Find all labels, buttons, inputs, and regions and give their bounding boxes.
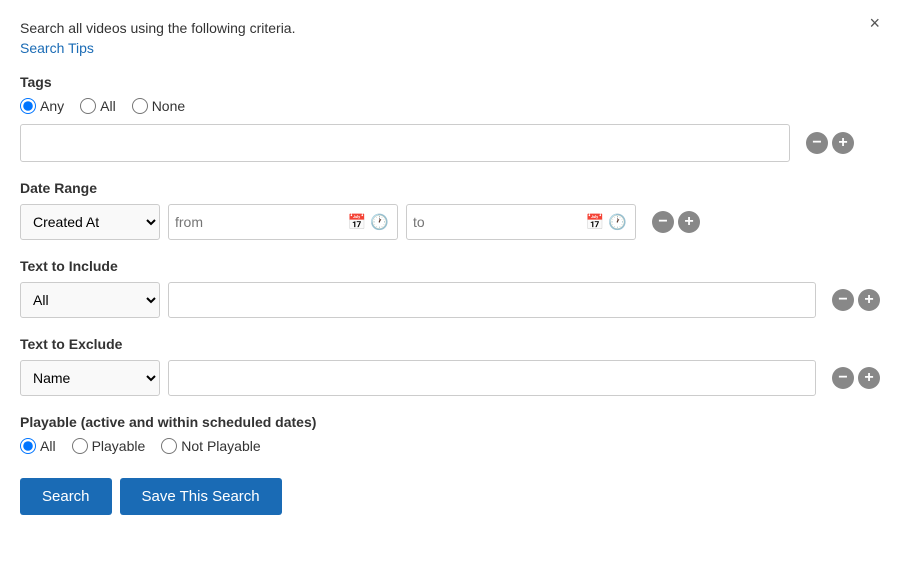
text-exclude-add-button[interactable]: + <box>858 367 880 389</box>
date-remove-button[interactable]: − <box>652 211 674 233</box>
playable-radio-playable[interactable] <box>72 438 88 454</box>
playable-radio-group: All Playable Not Playable <box>20 438 880 454</box>
date-to-input[interactable] <box>413 214 584 230</box>
save-search-button[interactable]: Save This Search <box>120 478 282 515</box>
date-from-clock-icon[interactable]: 🕐 <box>368 215 391 230</box>
playable-section: Playable (active and within scheduled da… <box>20 414 880 454</box>
text-exclude-remove-button[interactable]: − <box>832 367 854 389</box>
tags-option-all[interactable]: All <box>80 98 116 114</box>
text-include-row: All Name Description Tags − + <box>20 282 880 318</box>
text-include-field-select[interactable]: All Name Description Tags <box>20 282 160 318</box>
text-include-add-button[interactable]: + <box>858 289 880 311</box>
text-include-label: Text to Include <box>20 258 880 274</box>
tags-input-row: − + <box>20 124 880 162</box>
tags-option-none[interactable]: None <box>132 98 185 114</box>
playable-label: Playable (active and within scheduled da… <box>20 414 880 430</box>
text-include-remove-button[interactable]: − <box>832 289 854 311</box>
tags-radio-none[interactable] <box>132 98 148 114</box>
playable-radio-not-playable[interactable] <box>161 438 177 454</box>
tags-any-label: Any <box>40 98 64 114</box>
playable-all-label: All <box>40 438 56 454</box>
date-range-label: Date Range <box>20 180 880 196</box>
tags-add-button[interactable]: + <box>832 132 854 154</box>
playable-radio-all[interactable] <box>20 438 36 454</box>
page-description: Search all videos using the following cr… <box>20 20 880 36</box>
tags-radio-any[interactable] <box>20 98 36 114</box>
date-to-calendar-icon[interactable]: 📅 <box>584 215 607 230</box>
date-from-calendar-icon[interactable]: 📅 <box>346 215 369 230</box>
text-exclude-btn-pair: − + <box>832 367 880 389</box>
search-tips-link[interactable]: Search Tips <box>20 40 94 56</box>
date-btn-pair: − + <box>652 211 700 233</box>
text-exclude-input[interactable] <box>168 360 816 396</box>
date-to-clock-icon[interactable]: 🕐 <box>606 215 629 230</box>
tags-section: Tags Any All None − + <box>20 74 880 162</box>
search-button[interactable]: Search <box>20 478 112 515</box>
playable-not-playable-label: Not Playable <box>181 438 260 454</box>
tags-input[interactable] <box>20 124 790 162</box>
text-exclude-row: Name Description Tags − + <box>20 360 880 396</box>
text-include-btn-pair: − + <box>832 289 880 311</box>
close-button[interactable]: × <box>869 14 880 32</box>
tags-remove-button[interactable]: − <box>806 132 828 154</box>
date-range-section: Date Range Created At Updated At Publish… <box>20 180 880 240</box>
playable-option-playable[interactable]: Playable <box>72 438 146 454</box>
footer-buttons: Search Save This Search <box>20 478 880 515</box>
date-range-row: Created At Updated At Published At 📅 🕐 📅… <box>20 204 880 240</box>
date-from-wrap: 📅 🕐 <box>168 204 398 240</box>
playable-playable-label: Playable <box>92 438 146 454</box>
tags-label: Tags <box>20 74 880 90</box>
tags-radio-group: Any All None <box>20 98 880 114</box>
tags-option-any[interactable]: Any <box>20 98 64 114</box>
tags-radio-all[interactable] <box>80 98 96 114</box>
date-range-field-select[interactable]: Created At Updated At Published At <box>20 204 160 240</box>
text-exclude-field-select[interactable]: Name Description Tags <box>20 360 160 396</box>
date-add-button[interactable]: + <box>678 211 700 233</box>
text-include-section: Text to Include All Name Description Tag… <box>20 258 880 318</box>
playable-option-all[interactable]: All <box>20 438 56 454</box>
text-exclude-section: Text to Exclude Name Description Tags − … <box>20 336 880 396</box>
text-include-input[interactable] <box>168 282 816 318</box>
date-to-wrap: 📅 🕐 <box>406 204 636 240</box>
tags-all-label: All <box>100 98 116 114</box>
tags-none-label: None <box>152 98 185 114</box>
date-from-input[interactable] <box>175 214 346 230</box>
text-exclude-label: Text to Exclude <box>20 336 880 352</box>
playable-option-not-playable[interactable]: Not Playable <box>161 438 260 454</box>
tags-btn-pair: − + <box>806 132 854 154</box>
